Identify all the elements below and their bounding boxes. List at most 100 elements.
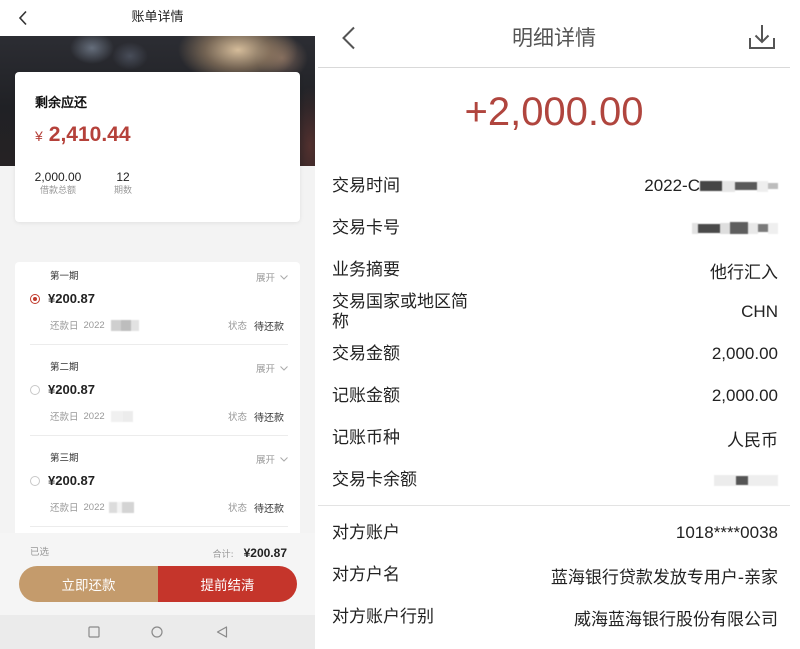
detail-value-text: 1018****0038	[675, 523, 778, 542]
detail-header: 明细详情	[318, 0, 790, 68]
status-value: 待还款	[254, 503, 284, 515]
installment-item[interactable]: 第三期 展开 ¥200.87 还款日 2022 状态 待还款	[15, 447, 300, 538]
counterparty-details: 对方账户 1018****0038 对方户名 蓝海银行贷款发放专用户-亲家 对方…	[318, 512, 800, 638]
installment-status: 状态 待还款	[227, 318, 284, 333]
triangle-back-icon[interactable]	[216, 626, 228, 638]
installment-list: 第一期 展开 ¥200.87 还款日 2022 状态 待还款 第二期 展开 ¥2…	[15, 262, 300, 542]
installment-item[interactable]: 第一期 展开 ¥200.87 还款日 2022 状态 待还款	[15, 265, 300, 356]
download-icon[interactable]	[748, 24, 776, 50]
status-label: 状态	[227, 321, 247, 332]
detail-label: 记账币种	[332, 428, 400, 448]
periods-label: 期数	[113, 186, 132, 196]
detail-row-country-code: 交易国家或地区简称 CHN	[318, 291, 800, 333]
due-date: 还款日 2022	[50, 318, 139, 332]
installment-amount: ¥200.87	[48, 382, 95, 397]
total-label: 合计:	[212, 549, 234, 560]
installment-radio[interactable]	[30, 476, 40, 486]
expand-toggle[interactable]: 展开	[256, 452, 288, 466]
installment-item[interactable]: 第二期 展开 ¥200.87 还款日 2022 状态 待还款	[15, 356, 300, 447]
detail-row-posted-amount: 记账金额 2,000.00	[318, 375, 800, 417]
page-title: 明细详情	[512, 26, 596, 50]
detail-value-text: CHN	[741, 302, 778, 321]
detail-label: 对方户名	[332, 565, 400, 585]
detail-value-text: 人民币	[727, 430, 778, 451]
detail-label: 交易卡余额	[332, 470, 417, 490]
installment-radio[interactable]	[30, 385, 40, 395]
remaining-amount: ¥2,410.44	[35, 122, 131, 148]
installment-status: 状态 待还款	[227, 409, 284, 424]
remaining-amount-value: 2,410.44	[48, 123, 131, 146]
due-date: 还款日 2022	[50, 409, 133, 423]
detail-label: 交易时间	[332, 176, 400, 196]
square-icon[interactable]	[88, 626, 100, 638]
system-nav-bar	[0, 615, 315, 649]
periods-value: 12	[116, 170, 130, 184]
status-value: 待还款	[254, 321, 284, 333]
status-value: 待还款	[254, 412, 284, 424]
redacted-value	[110, 318, 139, 332]
detail-value-text: 他行汇入	[710, 262, 778, 283]
detail-label: 对方账户行别	[332, 607, 434, 627]
expand-toggle[interactable]: 展开	[256, 270, 288, 284]
circle-icon[interactable]	[151, 626, 163, 638]
redacted-value	[108, 500, 134, 514]
detail-row-counterparty-account: 对方账户 1018****0038	[318, 512, 800, 554]
redacted-value	[714, 473, 778, 487]
redacted-value	[692, 221, 778, 235]
detail-row-counterparty-bank: 对方账户行别 威海蓝海银行股份有限公司	[318, 596, 800, 638]
detail-row-transaction-amount: 交易金额 2,000.00	[318, 333, 800, 375]
detail-row-card-number: 交易卡号	[318, 207, 800, 249]
divider	[30, 435, 288, 436]
expand-label: 展开	[255, 273, 275, 284]
due-label: 还款日	[50, 321, 79, 332]
remaining-label: 剩余应还	[35, 96, 88, 111]
bill-detail-screen: 账单详情 剩余应还 ¥2,410.44 2,000.00 借款总额 12 期数 …	[0, 0, 315, 649]
due-label: 还款日	[50, 503, 79, 514]
due-label: 还款日	[50, 412, 79, 423]
transaction-details: 交易时间 2022-C 交易卡号 业务摘要 他行汇入 交易国家或地区简称 CHN	[318, 165, 800, 501]
installment-amount: ¥200.87	[48, 473, 95, 488]
detail-label: 交易卡号	[332, 218, 400, 238]
detail-row-card-balance: 交易卡余额	[318, 459, 800, 501]
chevron-down-icon	[280, 456, 288, 462]
detail-value-text: 2,000.00	[711, 344, 778, 363]
total-summary: 合计: ¥200.87	[213, 545, 287, 561]
detail-label: 记账金额	[332, 386, 400, 406]
divider	[30, 526, 288, 527]
expand-toggle[interactable]: 展开	[256, 361, 288, 375]
installment-amount: ¥200.87	[48, 291, 95, 306]
redacted-value	[700, 179, 778, 193]
detail-row-business-summary: 业务摘要 他行汇入	[318, 249, 800, 291]
detail-label: 交易金额	[332, 344, 400, 364]
transaction-amount: +2,000.00	[464, 90, 644, 134]
detail-value-text: 威海蓝海银行股份有限公司	[574, 609, 778, 630]
chevron-down-icon	[280, 274, 288, 280]
loan-total-label: 借款总额	[39, 186, 76, 196]
repay-now-button[interactable]: 立即还款	[19, 566, 158, 602]
remaining-summary-card: 剩余应还 ¥2,410.44 2,000.00 借款总额 12 期数	[15, 72, 300, 222]
expand-label: 展开	[255, 455, 275, 466]
due-date: 还款日 2022	[50, 500, 134, 514]
bill-header: 账单详情	[0, 0, 315, 36]
expand-label: 展开	[255, 364, 275, 375]
detail-label: 对方账户	[332, 523, 400, 543]
detail-row-currency: 记账币种 人民币	[318, 417, 800, 459]
early-settle-button[interactable]: 提前结清	[158, 566, 297, 602]
installment-period: 第二期	[50, 362, 79, 373]
status-label: 状态	[227, 412, 247, 423]
installment-period: 第三期	[50, 453, 79, 464]
due-date-value: 2022	[83, 410, 105, 422]
detail-row-transaction-time: 交易时间 2022-C	[318, 165, 800, 207]
loan-total-value: 2,000.00	[34, 170, 82, 184]
periods-stat: 12 期数	[103, 170, 143, 197]
due-date-value: 2022	[83, 319, 105, 331]
detail-value: 2022-C	[644, 176, 778, 196]
detail-value	[714, 473, 778, 487]
installment-status: 状态 待还款	[227, 500, 284, 515]
status-label: 状态	[227, 503, 247, 514]
due-date-value: 2022	[83, 501, 105, 513]
payment-footer: 已选 合计: ¥200.87 立即还款 提前结清	[0, 533, 315, 615]
section-divider	[318, 505, 790, 506]
installment-radio[interactable]	[30, 294, 40, 304]
detail-row-counterparty-name: 对方户名 蓝海银行贷款发放专用户-亲家	[318, 554, 800, 596]
